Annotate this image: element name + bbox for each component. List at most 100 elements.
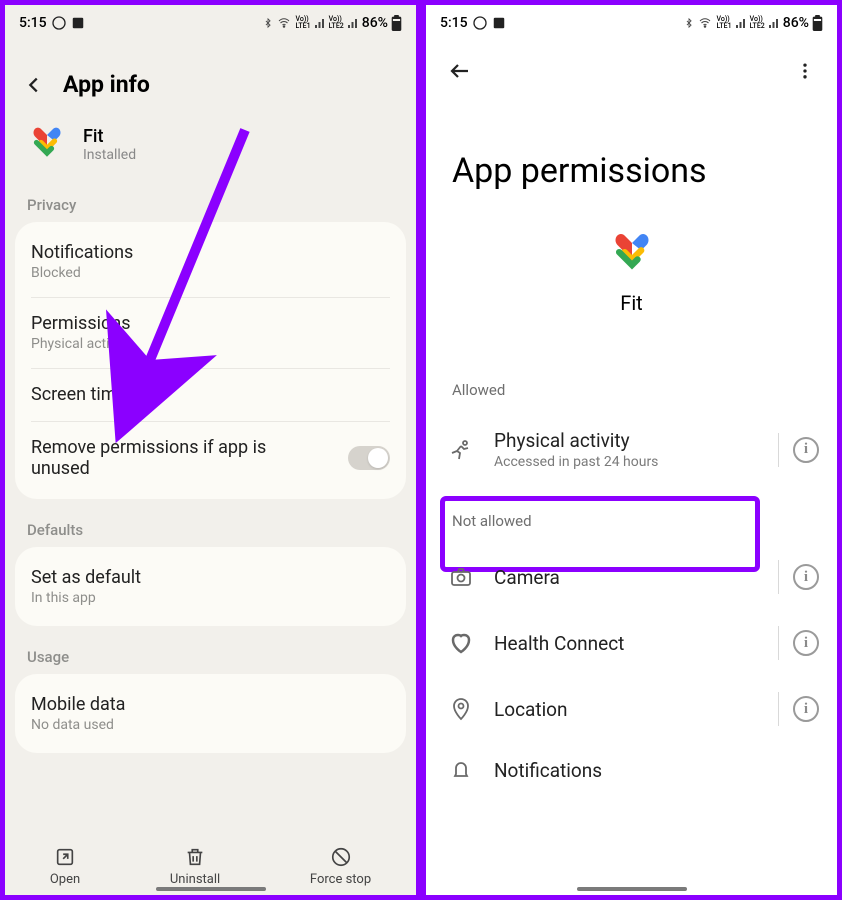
perm-physical-activity[interactable]: Physical activity Accessed in past 24 ho… xyxy=(426,413,837,486)
gallery-icon xyxy=(492,16,506,30)
wifi-icon xyxy=(276,17,292,29)
perm-camera[interactable]: Camera i xyxy=(426,544,837,610)
trash-icon xyxy=(184,846,206,868)
wifi-icon xyxy=(697,17,713,29)
row-sub: Blocked xyxy=(31,265,390,281)
app-name: Fit xyxy=(620,291,642,315)
header xyxy=(426,41,837,101)
back-arrow-icon[interactable] xyxy=(448,59,472,83)
lte1-icon: Vo))LTE1 xyxy=(295,16,310,30)
row-notifications[interactable]: Notifications Blocked xyxy=(15,226,406,297)
row-screen-time[interactable]: Screen time xyxy=(15,368,406,421)
row-remove-permissions[interactable]: Remove permissions if app is unused xyxy=(15,421,406,495)
row-title: Remove permissions if app is unused xyxy=(31,437,291,479)
toggle-remove-permissions[interactable] xyxy=(348,446,390,470)
health-icon xyxy=(448,631,474,655)
separator xyxy=(778,433,779,467)
bell-icon xyxy=(448,758,474,782)
gallery-icon xyxy=(71,16,85,30)
nav-handle[interactable] xyxy=(577,887,687,891)
signal2-icon xyxy=(768,17,780,29)
header: App info xyxy=(5,41,416,116)
page-title: App info xyxy=(63,71,150,98)
info-icon[interactable]: i xyxy=(793,696,819,722)
phone-app-info: 5:15 Vo))LTE1 Vo))LTE2 86% App info Fit … xyxy=(0,0,421,900)
signal1-icon xyxy=(735,17,747,29)
stop-icon xyxy=(330,846,352,868)
bluetooth-icon xyxy=(684,16,694,30)
app-header: Fit xyxy=(426,231,837,375)
status-bar: 5:15 Vo))LTE1 Vo))LTE2 86% xyxy=(426,5,837,41)
app-header[interactable]: Fit Installed xyxy=(5,116,416,188)
location-icon xyxy=(448,697,474,721)
row-sub: In this app xyxy=(31,590,390,606)
defaults-card: Set as default In this app xyxy=(15,547,406,626)
app-status: Installed xyxy=(83,147,136,163)
perm-location[interactable]: Location i xyxy=(426,676,837,742)
row-permissions[interactable]: Permissions Physical activity xyxy=(15,297,406,368)
info-icon[interactable]: i xyxy=(793,564,819,590)
whatsapp-icon xyxy=(51,15,67,31)
action-label: Open xyxy=(50,872,80,887)
app-name: Fit xyxy=(83,126,136,147)
privacy-card: Notifications Blocked Permissions Physic… xyxy=(15,222,406,499)
force-stop-button[interactable]: Force stop xyxy=(310,846,371,887)
perm-health-connect[interactable]: Health Connect i xyxy=(426,610,837,676)
section-not-allowed: Not allowed xyxy=(426,506,837,544)
back-icon[interactable] xyxy=(23,74,45,96)
phone-app-permissions: 5:15 Vo))LTE1 Vo))LTE2 86% App permissio… xyxy=(421,0,842,900)
row-sub: No data used xyxy=(31,717,390,733)
bottom-actions: Open Uninstall Force stop xyxy=(5,836,416,891)
action-label: Uninstall xyxy=(170,872,220,887)
section-usage: Usage xyxy=(5,640,416,674)
perm-sub: Accessed in past 24 hours xyxy=(494,454,764,470)
status-time: 5:15 xyxy=(19,15,47,31)
signal1-icon xyxy=(314,17,326,29)
row-title: Notifications xyxy=(31,242,390,263)
separator xyxy=(778,692,779,726)
row-sub: Physical activity xyxy=(31,336,390,352)
row-set-default[interactable]: Set as default In this app xyxy=(15,551,406,622)
info-icon[interactable]: i xyxy=(793,630,819,656)
battery-percent: 86% xyxy=(783,15,809,31)
separator xyxy=(778,560,779,594)
open-button[interactable]: Open xyxy=(50,846,80,887)
row-title: Permissions xyxy=(31,313,390,334)
fit-app-icon xyxy=(609,231,655,277)
row-title: Screen time xyxy=(31,384,390,405)
battery-icon xyxy=(391,15,402,31)
camera-icon xyxy=(448,565,474,589)
perm-name: Notifications xyxy=(494,759,819,782)
section-privacy: Privacy xyxy=(5,188,416,222)
lte2-icon: Vo))LTE2 xyxy=(750,16,765,30)
lte1-icon: Vo))LTE1 xyxy=(716,16,731,30)
whatsapp-icon xyxy=(472,15,488,31)
section-allowed: Allowed xyxy=(426,375,837,413)
perm-name: Camera xyxy=(494,566,764,589)
battery-icon xyxy=(812,15,823,31)
perm-name: Health Connect xyxy=(494,632,764,655)
fit-app-icon xyxy=(27,124,67,164)
row-mobile-data[interactable]: Mobile data No data used xyxy=(15,678,406,749)
open-icon xyxy=(54,846,76,868)
activity-icon xyxy=(448,438,474,462)
row-title: Mobile data xyxy=(31,694,390,715)
perm-notifications[interactable]: Notifications xyxy=(426,742,837,782)
more-icon[interactable] xyxy=(795,61,815,81)
battery-percent: 86% xyxy=(362,15,388,31)
perm-name: Physical activity xyxy=(494,429,764,452)
lte2-icon: Vo))LTE2 xyxy=(329,16,344,30)
bluetooth-icon xyxy=(263,16,273,30)
page-title: App permissions xyxy=(426,101,837,231)
row-title: Set as default xyxy=(31,567,390,588)
perm-name: Location xyxy=(494,698,764,721)
uninstall-button[interactable]: Uninstall xyxy=(170,846,220,887)
info-icon[interactable]: i xyxy=(793,437,819,463)
status-bar: 5:15 Vo))LTE1 Vo))LTE2 86% xyxy=(5,5,416,41)
nav-handle[interactable] xyxy=(156,887,266,891)
section-defaults: Defaults xyxy=(5,513,416,547)
separator xyxy=(778,626,779,660)
signal2-icon xyxy=(347,17,359,29)
action-label: Force stop xyxy=(310,872,371,887)
usage-card: Mobile data No data used xyxy=(15,674,406,753)
